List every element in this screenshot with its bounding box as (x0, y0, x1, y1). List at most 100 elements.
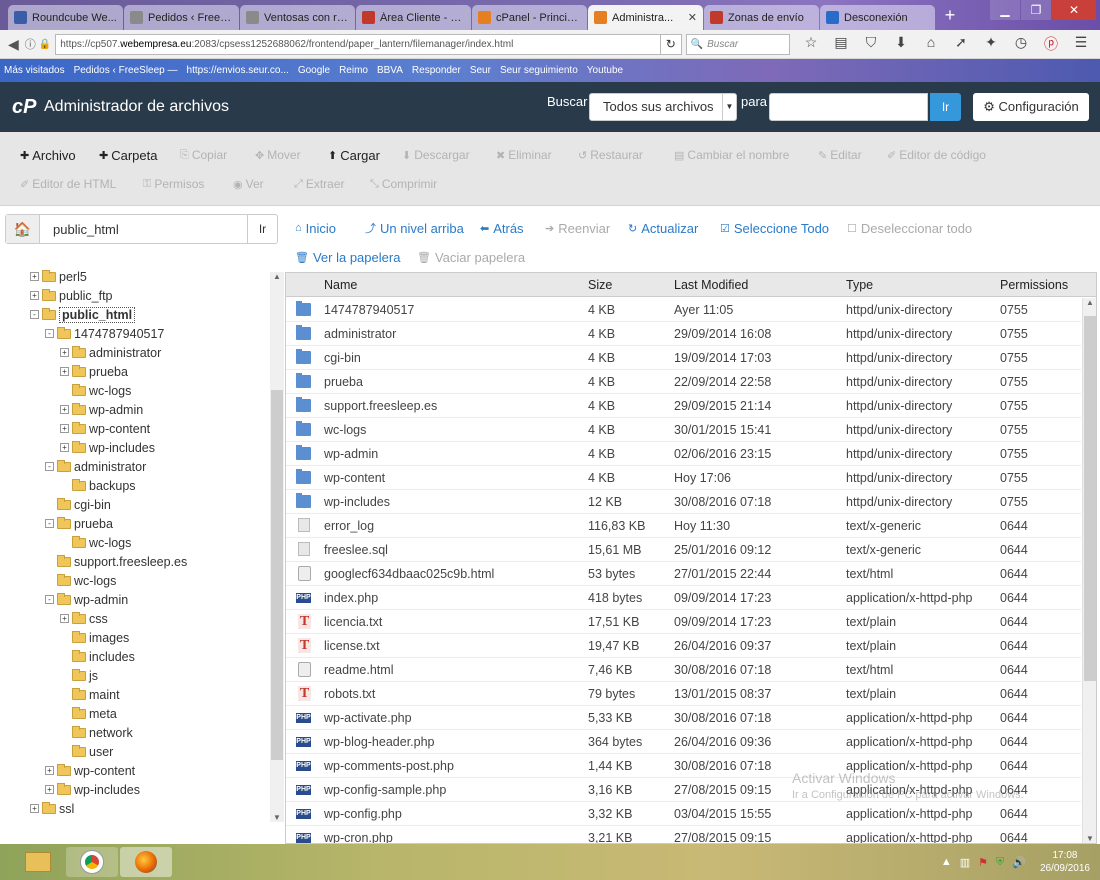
tree-item-1474787940517[interactable]: - 1474787940517 (45, 324, 164, 343)
tree-item-includes[interactable]: includes (60, 647, 135, 666)
cpanel-logo[interactable]: cP (12, 96, 40, 119)
tree-item-public-html[interactable]: - public_html (30, 305, 136, 324)
bookmark-item[interactable]: BBVA (377, 65, 403, 76)
expand-icon[interactable]: + (60, 424, 69, 433)
tree-item-maint[interactable]: maint (60, 685, 120, 704)
search-go-button[interactable]: Ir (930, 93, 961, 121)
deseleccionar-todo-button[interactable]: ☐ Deseleccionar todo (847, 221, 972, 236)
clock[interactable]: 17:08 26/09/2016 (1040, 849, 1090, 875)
tree-item-perl5[interactable]: + perl5 (30, 267, 87, 286)
ver-la-papelera-button[interactable]: 🗑 Ver la papelera (295, 250, 400, 265)
extraer-button[interactable]: ⤢ Extraer (294, 177, 345, 191)
reenviar-button[interactable]: ➔ Reenviar (545, 221, 610, 236)
menu-icon[interactable]: ☰ (1070, 34, 1092, 54)
bookmark-item[interactable]: Seur (470, 65, 491, 76)
expand-icon[interactable]: + (60, 348, 69, 357)
browser-tab[interactable]: cPanel - Principal (472, 5, 587, 30)
expand-icon[interactable]: + (60, 405, 69, 414)
tree-item-administrator[interactable]: + administrator (60, 343, 161, 362)
cambiar-el-nombre-button[interactable]: ▤ Cambiar el nombre (674, 148, 789, 162)
bookmark-item[interactable]: Más visitados (4, 65, 65, 76)
tree-item-css[interactable]: + css (60, 609, 108, 628)
tree-item-meta[interactable]: meta (60, 704, 117, 723)
expand-icon[interactable]: + (30, 272, 39, 281)
column-header-name[interactable]: Name (324, 278, 357, 292)
table-scrollbar[interactable]: ▲ ▼ (1082, 298, 1096, 843)
editor-de-html-button[interactable]: ✐ Editor de HTML (20, 177, 116, 191)
table-row[interactable]: prueba 4 KB 22/09/2014 22:58 httpd/unix-dir… (286, 370, 1081, 394)
table-row[interactable]: wp-includes 12 KB 30/08/2016 07:18 httpd/un… (286, 490, 1081, 514)
expand-icon[interactable]: + (60, 443, 69, 452)
column-header-type[interactable]: Type (846, 278, 873, 292)
expand-icon[interactable]: + (30, 291, 39, 300)
network-icon[interactable]: ▥ (960, 856, 970, 869)
expand-icon[interactable]: + (60, 367, 69, 376)
back-icon[interactable]: ◀ (8, 36, 19, 53)
browser-tab[interactable]: Roundcube We... (8, 5, 123, 30)
tree-item-administrator[interactable]: - administrator (45, 457, 146, 476)
tree-item-wc-logs[interactable]: wc-logs (60, 533, 131, 552)
tree-item-support-freesleep-es[interactable]: support.freesleep.es (45, 552, 187, 571)
path-input[interactable]: public_html (53, 222, 119, 237)
tree-item-public-ftp[interactable]: + public_ftp (30, 286, 113, 305)
column-header-permissions[interactable]: Permissions (1000, 278, 1068, 292)
home-icon[interactable]: ⌂ (920, 34, 942, 54)
collapse-icon[interactable]: - (45, 329, 54, 338)
tree-item-network[interactable]: network (60, 723, 133, 742)
tree-item-wc-logs[interactable]: wc-logs (60, 381, 131, 400)
tree-item-backups[interactable]: backups (60, 476, 136, 495)
descargar-button[interactable]: ⬇ Descargar (402, 148, 470, 162)
inicio-button[interactable]: ⌂ Inicio (295, 221, 336, 236)
editor-de-codigo-button[interactable]: ✐ Editor de código (887, 148, 986, 162)
bookmark-item[interactable]: Responder (412, 65, 461, 76)
table-row[interactable]: PHP wp-blog-header.php 364 bytes 26/04/2016… (286, 730, 1081, 754)
vaciar-papelera-button[interactable]: 🗑 Vaciar papelera (417, 250, 525, 265)
collapse-icon[interactable]: - (30, 310, 39, 319)
tree-item-prueba[interactable]: - prueba (45, 514, 113, 533)
table-row[interactable]: PHP wp-cron.php 3,21 KB 27/08/2015 09:15 app… (286, 826, 1081, 843)
download-icon[interactable]: ⬇ (890, 34, 912, 54)
table-row[interactable]: error_log 116,83 KB Hoy 11:30 text/x-generi… (286, 514, 1081, 538)
bookmark-star-icon[interactable]: ☆ (800, 34, 822, 54)
mover-button[interactable]: ✥ Mover (255, 148, 301, 162)
tree-item-wp-content[interactable]: + wp-content (60, 419, 150, 438)
tree-scrollbar[interactable]: ▲ ▼ (270, 272, 284, 822)
new-tab-icon[interactable]: + (936, 5, 964, 26)
column-header-size[interactable]: Size (588, 278, 612, 292)
history-icon[interactable]: ◷ (1010, 34, 1032, 54)
chrome-app[interactable] (66, 847, 118, 877)
permisos-button[interactable]: ⚿ Permisos (143, 177, 204, 191)
search-scope-select[interactable]: Todos sus archivos ▼ (589, 93, 737, 121)
url-bar[interactable]: https://cp507. webempresa.eu:2083/cpsess1… (55, 33, 661, 55)
atras-button[interactable]: ⬅ Atrás (480, 221, 524, 236)
expand-icon[interactable]: + (45, 785, 54, 794)
scroll-up-icon[interactable]: ▲ (1083, 298, 1096, 307)
table-row[interactable]: Trobots.txt 79 bytes 13/01/2015 08:37 text/… (286, 682, 1081, 706)
home-icon[interactable]: 🏠 (6, 215, 40, 243)
extension-icon[interactable]: ✦ (980, 34, 1002, 54)
reading-list-icon[interactable]: ▤ (830, 34, 852, 54)
close-tab-icon[interactable]: ✕ (688, 11, 697, 24)
pocket-icon[interactable]: ⛉ (860, 34, 882, 54)
collapse-icon[interactable]: - (45, 519, 54, 528)
tree-item-wp-admin[interactable]: + wp-admin (60, 400, 143, 419)
tree-item-ssl[interactable]: + ssl (30, 799, 74, 818)
tree-scroll-thumb[interactable] (271, 390, 283, 760)
tree-item-wp-content[interactable]: + wp-content (45, 761, 135, 780)
un-nivel-arriba-button[interactable]: ⤴ Un nivel arriba (365, 220, 464, 236)
tree-item-wc-logs[interactable]: wc-logs (45, 571, 116, 590)
minimize-icon[interactable]: ▁ (990, 0, 1020, 20)
expand-icon[interactable]: + (45, 766, 54, 775)
bookmark-item[interactable]: https://envios.seur.co... (187, 65, 289, 76)
tree-item-user[interactable]: user (60, 742, 113, 761)
tray-expand-icon[interactable]: ▲ (941, 856, 952, 868)
path-go-button[interactable]: Ir (247, 215, 277, 243)
browser-tab[interactable]: Zonas de envío (704, 5, 819, 30)
tree-item-prueba[interactable]: + prueba (60, 362, 128, 381)
expand-icon[interactable]: + (60, 614, 69, 623)
scroll-down-icon[interactable]: ▼ (1083, 834, 1096, 843)
table-row[interactable]: administrator 4 KB 29/09/2014 16:08 httpd/u… (286, 322, 1081, 346)
settings-button[interactable]: ⚙ Configuración (973, 93, 1089, 121)
shield-icon[interactable]: ⛨ (996, 856, 1004, 869)
table-row[interactable]: support.freesleep.es 4 KB 29/09/2015 21:14… (286, 394, 1081, 418)
